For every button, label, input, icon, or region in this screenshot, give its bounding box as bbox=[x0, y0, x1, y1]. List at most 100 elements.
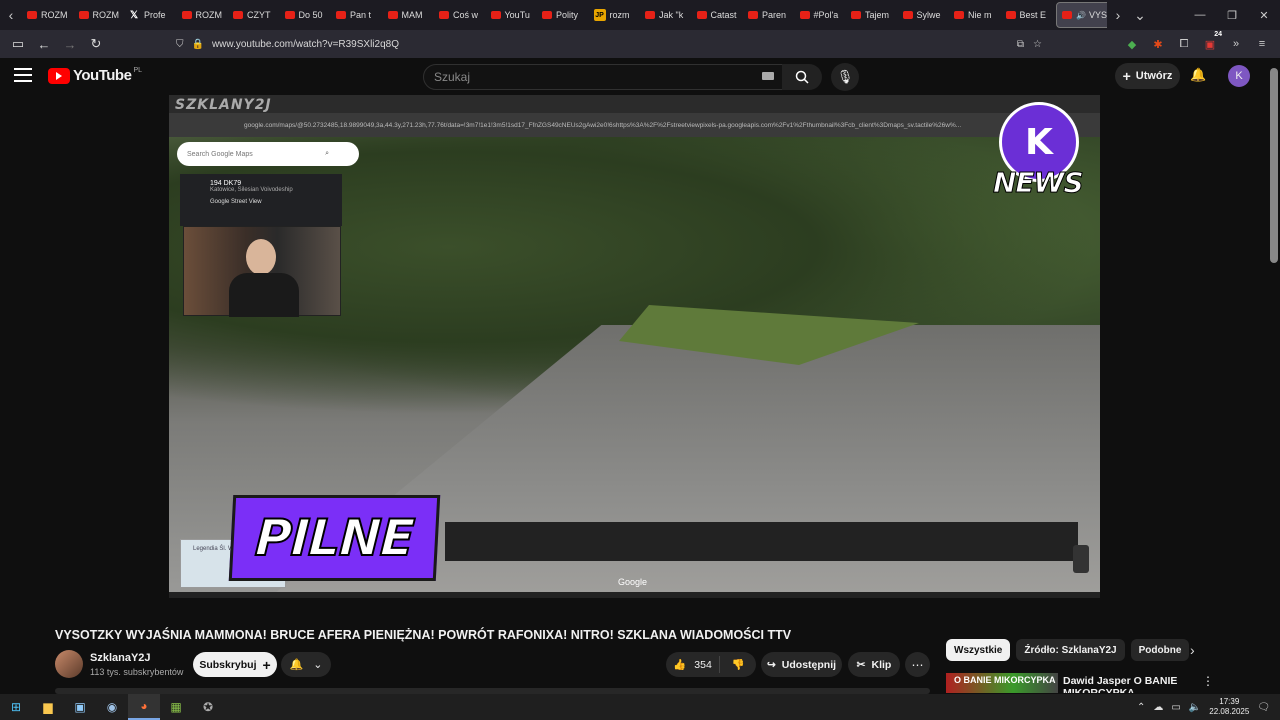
chip-similar[interactable]: Podobne bbox=[1130, 639, 1190, 661]
video-player[interactable]: SZKLANY2J google.com/maps/@50.2732485,18… bbox=[169, 95, 1100, 598]
tab-label: #Pol'a bbox=[813, 10, 839, 20]
browser-tab[interactable]: YouTu bbox=[486, 2, 538, 28]
like-count: 354 bbox=[694, 658, 712, 671]
tab-strip: ROZM ROZM 𝕏 Profe ROZM CZYT Do 50 Pan t MAM Coś w… bbox=[22, 0, 1107, 30]
toolbar-extensions: ◆ ✱ ⧠ ▣ 24 » ≡ bbox=[1122, 31, 1272, 55]
back-icon[interactable]: ← bbox=[32, 32, 56, 56]
guide-menu-icon[interactable] bbox=[14, 68, 32, 82]
tabs-scroll-left-icon[interactable]: ‹ bbox=[0, 0, 22, 30]
create-label: Utwórz bbox=[1135, 70, 1173, 82]
address-bar[interactable]: ⛉ 🔒 www.youtube.com/watch?v=R39SXli2q8Q … bbox=[176, 33, 1048, 55]
browser-tab[interactable]: CZYT bbox=[228, 2, 280, 28]
forward-icon[interactable]: → bbox=[58, 32, 82, 56]
tab-list-icon[interactable]: ⌄ bbox=[1129, 0, 1151, 30]
notifications-bell-icon[interactable]: 🔔 bbox=[1190, 67, 1206, 83]
shield-icon[interactable]: ⛉ bbox=[176, 39, 184, 50]
tab-label: Paren bbox=[762, 10, 787, 20]
calculator-icon[interactable]: ▦ bbox=[160, 694, 192, 720]
video-title: VYSOTZKY WYJAŚNIA MAMMONA! BRUCE AFERA P… bbox=[55, 628, 792, 642]
app-icon[interactable]: ✪ bbox=[192, 694, 224, 720]
browser-tab[interactable]: Pan t bbox=[331, 2, 383, 28]
reload-icon[interactable]: ↻ bbox=[84, 32, 108, 56]
maps-zoom-control bbox=[1073, 545, 1089, 573]
search-button[interactable] bbox=[782, 64, 822, 90]
display-app-icon[interactable]: ▣ bbox=[64, 694, 96, 720]
browser-tab[interactable]: Do 50 bbox=[280, 2, 332, 28]
tab-label: Pan t bbox=[350, 10, 372, 20]
share-button[interactable]: ↪ Udostępnij bbox=[761, 652, 842, 677]
dislike-button[interactable]: 👎 bbox=[720, 658, 756, 671]
subscribe-button[interactable]: Subskrybuj + bbox=[193, 652, 277, 677]
file-explorer-icon[interactable]: ▆ bbox=[32, 694, 64, 720]
recommendation-thumbnail[interactable]: O BANIE MIKORCYPKA bbox=[946, 673, 1058, 693]
url-text: www.youtube.com/watch?v=R39SXli2q8Q bbox=[211, 38, 399, 50]
clock[interactable]: 17:39 22.08.2025 bbox=[1209, 697, 1249, 717]
browser-tab[interactable]: Polity bbox=[537, 2, 589, 28]
page-scrollbar[interactable] bbox=[1270, 68, 1278, 263]
browser-tab[interactable]: Paren bbox=[743, 2, 795, 28]
channel-avatar[interactable] bbox=[55, 650, 83, 678]
browser-tab-active[interactable]: 🔊VYS✕ bbox=[1056, 2, 1107, 28]
logo-text: YouTube bbox=[73, 67, 132, 84]
browser-tab[interactable]: 𝕏 Profe bbox=[125, 2, 177, 28]
picture-in-picture-icon[interactable]: ⧉ bbox=[1017, 39, 1024, 50]
firefox-icon[interactable]: ◕ bbox=[128, 694, 160, 720]
more-vertical-icon[interactable]: ⋮ bbox=[1202, 674, 1214, 688]
extension-icon[interactable]: ✱ bbox=[1148, 33, 1168, 55]
browser-tab[interactable]: Jak "k bbox=[640, 2, 692, 28]
more-actions-button[interactable]: ⋯ bbox=[905, 652, 930, 677]
browser-tab[interactable]: Best E bbox=[1001, 2, 1053, 28]
extension-badge-icon[interactable]: ▣ 24 bbox=[1200, 31, 1222, 55]
account-avatar[interactable]: K bbox=[1228, 65, 1250, 87]
search-input[interactable]: Szukaj bbox=[423, 64, 783, 90]
youtube-logo[interactable]: YouTube PL bbox=[48, 67, 142, 84]
maps-footer-bar bbox=[169, 592, 1100, 598]
like-button[interactable]: 👍 354 bbox=[666, 656, 720, 673]
menu-icon[interactable]: ≡ bbox=[1252, 33, 1272, 55]
channel-name[interactable]: SzklanaY2J bbox=[90, 652, 151, 664]
chip-source[interactable]: Źródło: SzklanaY2J bbox=[1016, 639, 1125, 661]
tray-chevron-icon[interactable]: ⌃ bbox=[1137, 702, 1145, 713]
browser-tab[interactable]: Sylwe bbox=[898, 2, 950, 28]
extensions-puzzle-icon[interactable]: ⧠ bbox=[1174, 33, 1194, 55]
chip-all[interactable]: Wszystkie bbox=[946, 639, 1011, 661]
keyboard-icon[interactable] bbox=[762, 72, 774, 80]
tabs-scroll-right-icon[interactable]: › bbox=[1107, 0, 1129, 30]
chevron-right-icon[interactable]: › bbox=[1190, 642, 1195, 658]
tab-label: Tajem bbox=[865, 10, 890, 20]
browser-tab[interactable]: Coś w bbox=[434, 2, 486, 28]
region-code: PL bbox=[133, 67, 142, 74]
maps-search-placeholder: Search Google Maps bbox=[187, 150, 253, 158]
tab-label: Sylwe bbox=[916, 10, 941, 20]
browser-tab[interactable]: MAM bbox=[383, 2, 435, 28]
network-icon[interactable]: ▭ bbox=[1171, 702, 1180, 713]
onedrive-icon[interactable]: ☁ bbox=[1153, 702, 1163, 713]
clip-button[interactable]: ✂ Klip bbox=[848, 652, 900, 677]
notifications-icon[interactable]: 🗨 bbox=[1257, 702, 1270, 713]
volume-icon[interactable]: 🔈 bbox=[1189, 702, 1201, 713]
sidebar-toggle-icon[interactable]: ▭ bbox=[6, 32, 30, 56]
browser-tab[interactable]: ROZM bbox=[22, 2, 74, 28]
minimize-icon[interactable]: — bbox=[1184, 0, 1216, 30]
steam-icon[interactable]: ◉ bbox=[96, 694, 128, 720]
recommendation-title[interactable]: Dawid Jasper O BANIE MIKORCYPKA bbox=[1063, 675, 1193, 693]
restore-icon[interactable]: ❐ bbox=[1216, 0, 1248, 30]
browser-tab[interactable]: JP rozm bbox=[589, 2, 641, 28]
browser-tab[interactable]: ROZM bbox=[177, 2, 229, 28]
overflow-icon[interactable]: » bbox=[1226, 33, 1246, 55]
voice-search-button[interactable]: 🎙 bbox=[831, 63, 859, 91]
windows-start-icon[interactable]: ⊞ bbox=[0, 694, 32, 720]
create-button[interactable]: + Utwórz bbox=[1115, 63, 1180, 89]
thumbs-up-icon: 👍 bbox=[673, 659, 687, 671]
tab-label: Do 50 bbox=[298, 10, 323, 20]
browser-tab[interactable]: #Pol'a bbox=[795, 2, 847, 28]
speaker-icon[interactable]: 🔊 bbox=[1076, 11, 1086, 20]
browser-tab[interactable]: Tajem bbox=[846, 2, 898, 28]
notification-settings-button[interactable]: 🔔 ⌄ bbox=[281, 652, 331, 677]
bookmark-star-icon[interactable]: ☆ bbox=[1033, 39, 1042, 50]
vpn-extension-icon[interactable]: ◆ bbox=[1122, 33, 1142, 55]
close-window-icon[interactable]: ✕ bbox=[1248, 0, 1280, 30]
browser-tab[interactable]: Catast bbox=[692, 2, 744, 28]
browser-tab[interactable]: Nie m bbox=[949, 2, 1001, 28]
browser-tab[interactable]: ROZM bbox=[74, 2, 126, 28]
